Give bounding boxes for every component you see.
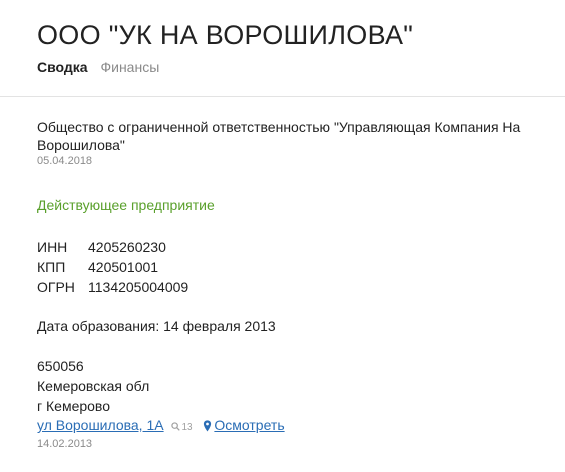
full-name-date: 05.04.2018 xyxy=(37,155,93,167)
tab-bar: Сводка Финансы xyxy=(37,58,565,76)
header-divider xyxy=(0,96,565,97)
map-link-wrap[interactable]: Осмотреть xyxy=(195,417,285,433)
search-count-value: 13 xyxy=(181,422,193,433)
inn-label: ИНН xyxy=(37,239,68,255)
address-date: 14.02.2013 xyxy=(37,438,93,450)
search-icon xyxy=(171,422,181,431)
summary-section: Общество с ограниченной ответственностью… xyxy=(37,118,555,451)
ogrn-value: 1134205004009 xyxy=(88,279,189,295)
registration-codes: ИНН 4205260230 КПП 420501001 ОГРН 113420500… xyxy=(37,237,555,297)
company-full-name: Общество с ограниченной ответственностью… xyxy=(37,119,521,153)
ogrn-label: ОГРН xyxy=(37,279,75,295)
ogrn-row: ОГРН 1134205004009 xyxy=(37,277,555,297)
street-row: ул Ворошилова, 1А 13 Осмотреть xyxy=(37,416,555,437)
view-on-map-link[interactable]: Осмотреть xyxy=(214,417,284,433)
status-badge: Действующее предприятие xyxy=(37,197,215,213)
street-link[interactable]: ул Ворошилова, 1А xyxy=(37,417,164,433)
search-count: 13 xyxy=(171,422,195,433)
inn-value: 4205260230 xyxy=(88,239,166,255)
postal-code: 650056 xyxy=(37,358,84,374)
address-block: 650056 Кемеровская обл г Кемерово ул Вор… xyxy=(37,356,555,451)
kpp-label: КПП xyxy=(37,259,66,275)
map-pin-icon xyxy=(204,420,212,432)
registration-date: Дата образования: 14 февраля 2013 xyxy=(37,318,276,334)
page-title: ООО "УК НА ВОРОШИЛОВА" xyxy=(37,20,414,50)
kpp-value: 420501001 xyxy=(88,259,159,275)
address-city: г Кемерово xyxy=(37,398,110,414)
company-page: ООО "УК НА ВОРОШИЛОВА" Сводка Финансы Об… xyxy=(0,0,565,472)
page-header: ООО "УК НА ВОРОШИЛОВА" Сводка Финансы xyxy=(37,18,565,76)
inn-row: ИНН 4205260230 xyxy=(37,237,555,257)
tab-finances[interactable]: Финансы xyxy=(100,58,159,76)
kpp-row: КПП 420501001 xyxy=(37,257,555,277)
tab-summary[interactable]: Сводка xyxy=(37,58,88,76)
address-region: Кемеровская обл xyxy=(37,378,150,394)
